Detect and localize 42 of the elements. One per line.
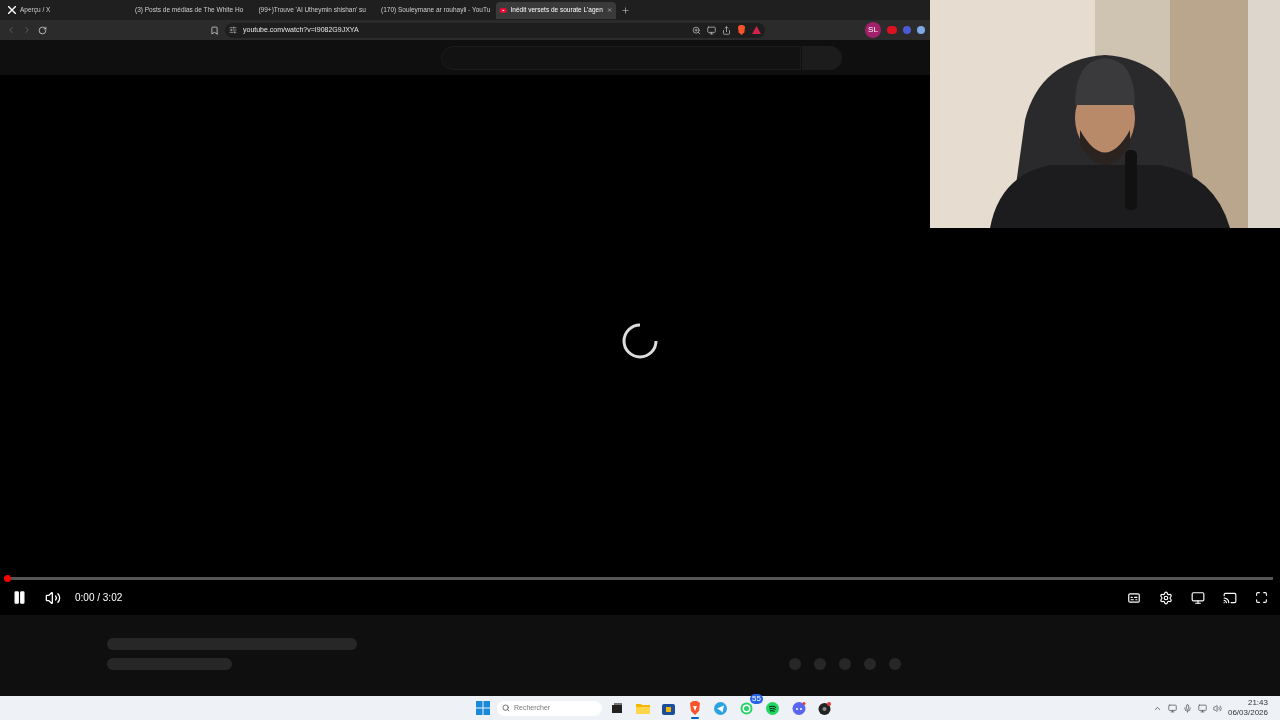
screen-icon[interactable] — [707, 25, 716, 35]
triangle-icon[interactable] — [752, 26, 761, 34]
display-icon[interactable] — [1197, 703, 1207, 713]
clock-time[interactable]: 21:43 — [1247, 698, 1268, 708]
progress-handle[interactable] — [4, 575, 11, 582]
fullscreen-icon[interactable] — [1255, 591, 1268, 604]
pause-icon[interactable] — [12, 590, 27, 605]
cross-logo-icon — [8, 6, 16, 14]
action-placeholder — [789, 658, 801, 670]
microphone-icon[interactable] — [1182, 703, 1192, 713]
action-placeholder — [889, 658, 901, 670]
action-placeholder — [839, 658, 851, 670]
action-placeholder — [814, 658, 826, 670]
settings-icon[interactable] — [1159, 590, 1173, 605]
zoom-icon[interactable] — [692, 25, 701, 35]
action-placeholder — [864, 658, 876, 670]
close-icon[interactable] — [606, 6, 612, 14]
active-indicator — [690, 717, 699, 719]
sound-waves-icon[interactable] — [766, 701, 779, 715]
bag-icon[interactable] — [662, 701, 675, 715]
round-app-icon[interactable] — [818, 701, 831, 715]
paper-plane-icon[interactable] — [714, 701, 727, 715]
lion-shield-icon[interactable] — [737, 25, 746, 35]
site-settings-icon[interactable] — [229, 26, 237, 34]
search-icon — [502, 704, 510, 712]
new-tab-icon[interactable] — [621, 5, 630, 15]
profile-avatar[interactable]: SL — [865, 22, 881, 38]
notification-badge: 55 — [750, 694, 763, 704]
game-controller-icon[interactable] — [791, 701, 806, 715]
share-icon[interactable] — [722, 25, 731, 35]
cast-icon[interactable] — [1223, 590, 1237, 605]
theater-mode-icon[interactable] — [1191, 590, 1205, 605]
reload-icon[interactable] — [38, 25, 47, 35]
bookmark-icon[interactable] — [210, 25, 219, 35]
speaker-icon[interactable] — [1212, 703, 1222, 713]
lion-shield-icon[interactable] — [688, 701, 701, 715]
play-logo-icon — [500, 6, 507, 14]
time-display: 0:00 / 3:02 — [75, 591, 123, 605]
volume-icon[interactable] — [45, 589, 61, 606]
window-icon[interactable] — [610, 702, 623, 714]
subtitles-icon[interactable] — [1127, 590, 1141, 605]
clock-date[interactable]: 06/03/2026 — [1227, 708, 1268, 718]
